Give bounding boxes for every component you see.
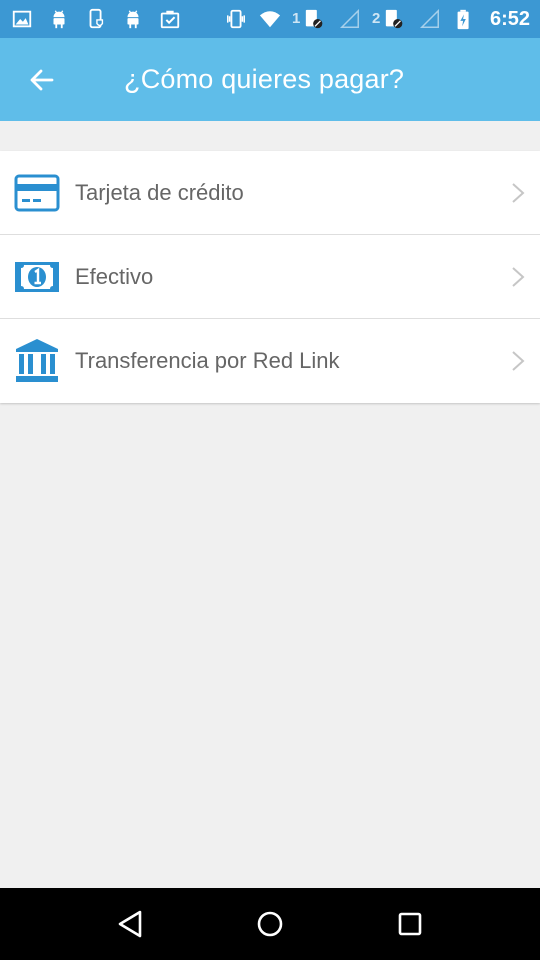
chevron-right-icon bbox=[510, 350, 526, 372]
nav-recents-button[interactable] bbox=[380, 894, 440, 954]
chevron-right-icon bbox=[510, 266, 526, 288]
payment-option-label: Transferencia por Red Link bbox=[75, 348, 340, 373]
notification-icons bbox=[10, 7, 182, 31]
system-icons: 1 2 6:52 bbox=[224, 7, 530, 31]
recents-square-icon bbox=[398, 912, 422, 936]
sim-2-number: 2 bbox=[371, 10, 381, 27]
vibrate-icon bbox=[224, 7, 248, 31]
payment-option-label: Tarjeta de crédito bbox=[75, 179, 244, 205]
nav-back-button[interactable] bbox=[100, 894, 160, 954]
wifi-icon bbox=[258, 7, 282, 31]
back-button[interactable] bbox=[0, 38, 84, 121]
payment-option-label: Efectivo bbox=[75, 263, 154, 289]
sim-card-icon bbox=[305, 9, 323, 29]
back-triangle-icon bbox=[118, 910, 142, 938]
status-bar: 1 2 6:52 bbox=[0, 0, 540, 38]
android-icon bbox=[47, 7, 71, 31]
clipboard-check-icon bbox=[158, 7, 182, 31]
status-time: 6:52 bbox=[489, 7, 530, 30]
arrow-left-icon bbox=[30, 69, 54, 90]
battery-charging-icon bbox=[452, 7, 476, 31]
payment-options-list: Tarjeta de crédito Efectivo Transferenci… bbox=[0, 151, 540, 403]
android-icon bbox=[121, 7, 145, 31]
image-icon bbox=[10, 7, 34, 31]
credit-card-icon bbox=[14, 170, 60, 216]
cash-bill-icon bbox=[14, 254, 60, 300]
phone-shield-icon bbox=[84, 7, 108, 31]
system-nav-bar bbox=[0, 888, 540, 960]
sim-card-icon bbox=[385, 9, 403, 29]
payment-option-cash[interactable]: Efectivo bbox=[0, 235, 540, 319]
sim-1-number: 1 bbox=[291, 10, 301, 27]
payment-option-credit-card[interactable]: Tarjeta de crédito bbox=[0, 151, 540, 235]
sim-1-indicator: 1 bbox=[292, 7, 328, 31]
app-bar: ¿Cómo quieres pagar? bbox=[0, 38, 540, 121]
signal-empty-icon bbox=[338, 7, 362, 31]
chevron-right-icon bbox=[510, 182, 526, 204]
signal-empty-icon bbox=[418, 7, 442, 31]
home-circle-icon bbox=[257, 911, 283, 937]
bank-icon bbox=[14, 338, 60, 384]
page-title: ¿Cómo quieres pagar? bbox=[124, 64, 405, 94]
sim-2-indicator: 2 bbox=[372, 7, 408, 31]
payment-option-bank-transfer[interactable]: Transferencia por Red Link bbox=[0, 319, 540, 403]
nav-home-button[interactable] bbox=[240, 894, 300, 954]
